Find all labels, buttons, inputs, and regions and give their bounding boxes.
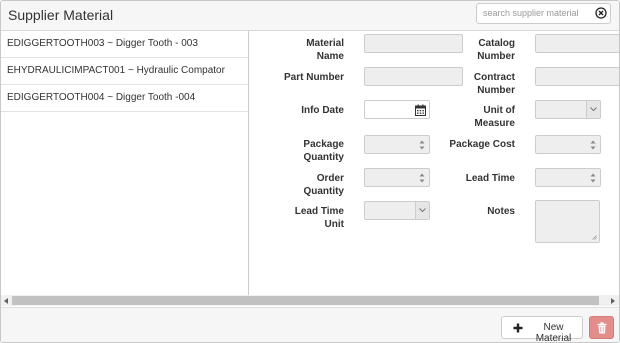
- chevron-down-icon: [419, 208, 426, 213]
- catalog-number-field[interactable]: [535, 34, 619, 53]
- lead-time-unit-select[interactable]: [364, 201, 430, 220]
- list-item[interactable]: EDIGGERTOOTH004 ~ Digger Tooth -004: [1, 85, 248, 112]
- new-material-label: New Material: [535, 322, 572, 343]
- package-quantity-label: Package Quantity: [303, 139, 344, 163]
- dropdown-button[interactable]: [415, 202, 429, 219]
- scroll-left-icon[interactable]: [4, 298, 8, 304]
- search-input[interactable]: [483, 6, 583, 20]
- trash-icon: [597, 322, 607, 334]
- notes-label: Notes: [487, 206, 515, 217]
- lead-time-unit-label: Lead Time Unit: [294, 206, 344, 230]
- unit-of-measure-select[interactable]: [535, 100, 601, 119]
- chevron-down-icon: [590, 107, 597, 112]
- unit-of-measure-label: Unit of Measure: [474, 105, 515, 129]
- scrollbar-thumb[interactable]: [12, 296, 599, 305]
- footer-toolbar: New Material: [1, 307, 619, 342]
- calendar-icon[interactable]: [415, 104, 426, 116]
- new-material-button[interactable]: New Material: [501, 316, 583, 342]
- order-quantity-label: Order Quantity: [303, 173, 344, 197]
- package-cost-stepper[interactable]: [535, 135, 601, 154]
- dropdown-button[interactable]: [586, 101, 600, 118]
- lead-time-label: Lead Time: [465, 173, 515, 184]
- search-box[interactable]: [476, 3, 611, 24]
- supplier-material-window: Supplier Material EDIGGERTOOTH003 ~ Digg…: [0, 0, 620, 343]
- page-title: Supplier Material: [8, 7, 114, 23]
- clear-search-icon[interactable]: [595, 7, 607, 19]
- spinner-arrows-icon[interactable]: [419, 140, 425, 150]
- info-date-field[interactable]: [364, 100, 430, 119]
- material-name-label: Material Name: [306, 38, 344, 62]
- spinner-arrows-icon[interactable]: [590, 140, 596, 150]
- package-quantity-stepper[interactable]: [364, 135, 430, 154]
- supplier-material-list: EDIGGERTOOTH003 ~ Digger Tooth - 003 EHY…: [1, 31, 249, 295]
- scroll-right-icon[interactable]: [611, 298, 615, 304]
- contract-number-label: Contract Number: [473, 72, 515, 96]
- list-item[interactable]: EHYDRAULICIMPACT001 ~ Hydraulic Compator: [1, 58, 248, 85]
- material-form: Material Name Catalog Number Part Number C…: [249, 31, 619, 295]
- package-cost-label: Package Cost: [449, 139, 515, 150]
- plus-icon: [513, 323, 523, 333]
- spinner-arrows-icon[interactable]: [590, 173, 596, 183]
- order-quantity-stepper[interactable]: [364, 168, 430, 187]
- catalog-number-label: Catalog Number: [477, 38, 515, 62]
- header: Supplier Material: [1, 1, 619, 31]
- spinner-arrows-icon[interactable]: [419, 173, 425, 183]
- list-item[interactable]: EDIGGERTOOTH003 ~ Digger Tooth - 003: [1, 31, 248, 58]
- contract-number-field[interactable]: [535, 67, 619, 86]
- delete-button[interactable]: [589, 316, 614, 339]
- lead-time-stepper[interactable]: [535, 168, 601, 187]
- resize-handle-icon[interactable]: [592, 235, 597, 240]
- notes-textarea[interactable]: [535, 200, 600, 243]
- info-date-label: Info Date: [301, 105, 344, 116]
- horizontal-scrollbar[interactable]: [1, 295, 619, 306]
- part-number-label: Part Number: [283, 72, 344, 83]
